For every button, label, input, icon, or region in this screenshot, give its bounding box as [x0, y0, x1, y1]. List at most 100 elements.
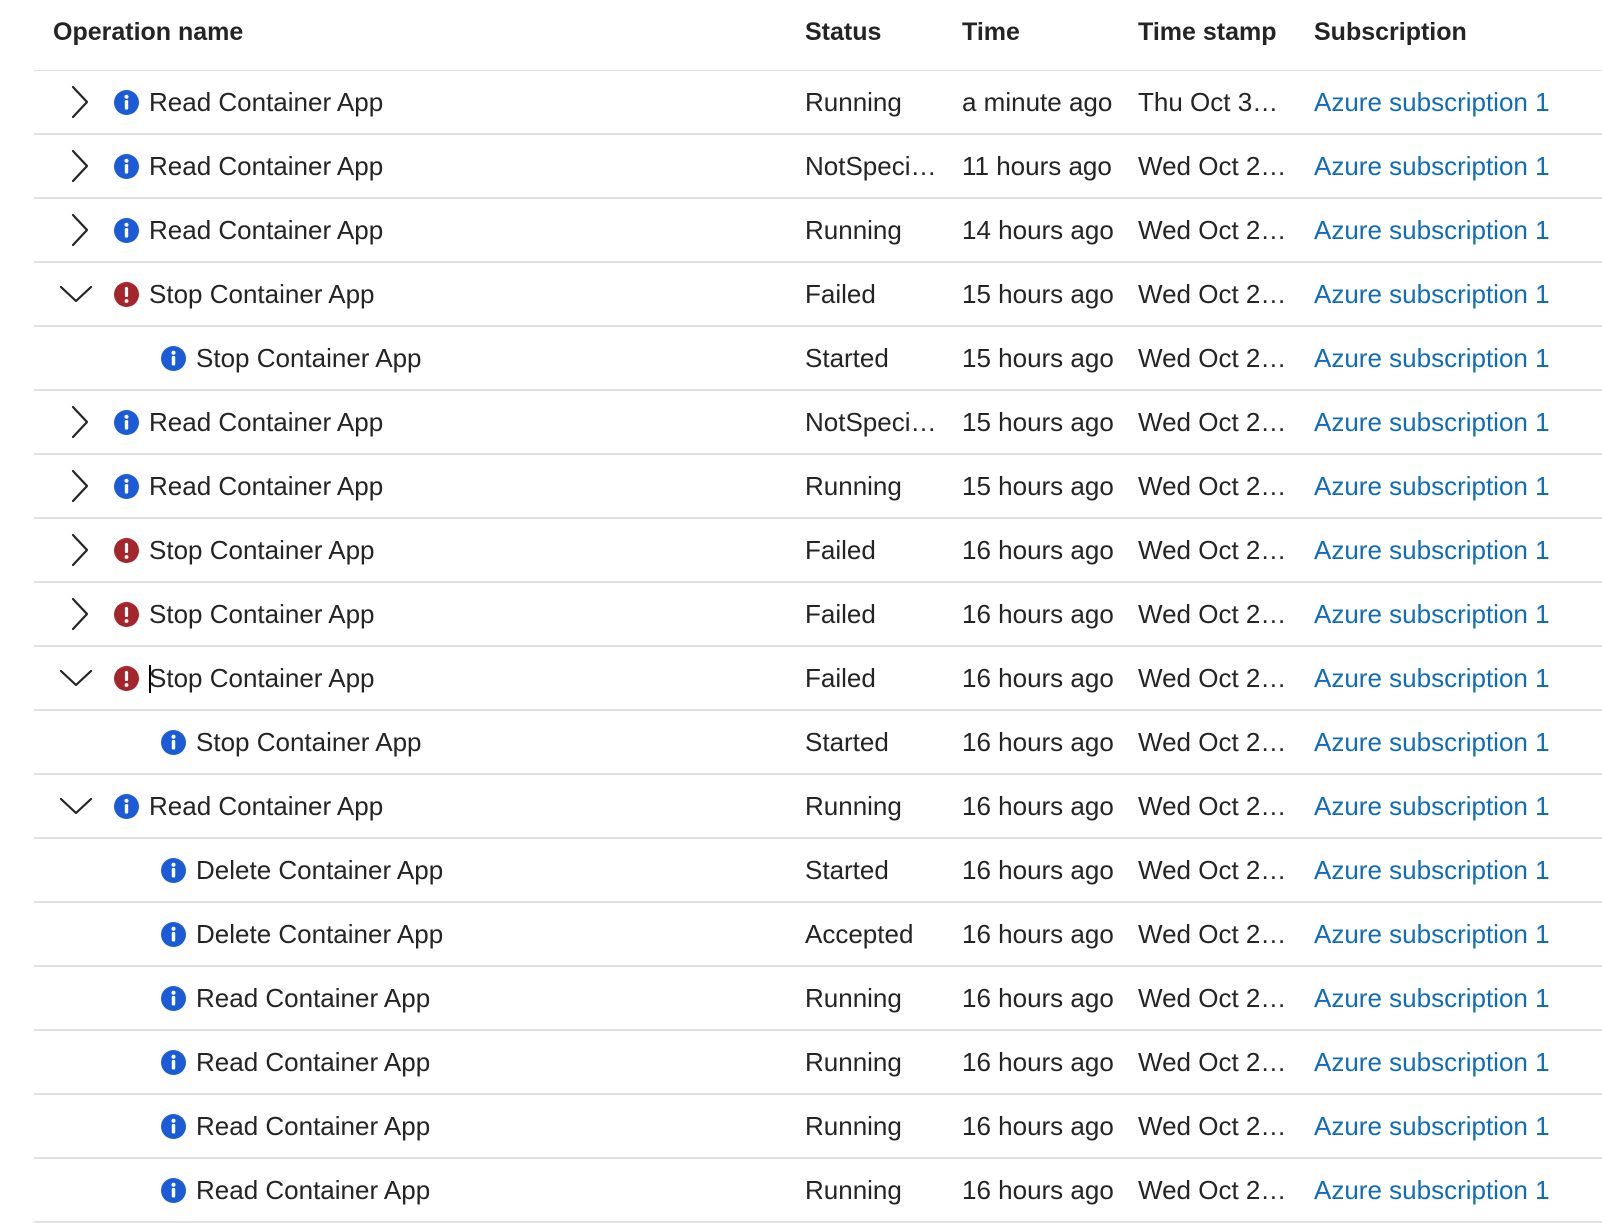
table-row[interactable]: Stop Container App Started 16 hours ago Wed… — [34, 711, 1602, 775]
operation-name[interactable]: Stop Container App — [196, 327, 422, 389]
table-row[interactable]: Read Container App Running a minute ago Thu… — [34, 71, 1602, 135]
table-row[interactable]: Read Container App Running 16 hours ago Wed… — [34, 967, 1602, 1031]
header-operation-name[interactable]: Operation name — [53, 18, 243, 47]
subscription-link[interactable]: Azure subscription 1 — [1314, 263, 1584, 325]
timestamp-cell: Wed Oct 29... — [1138, 791, 1290, 821]
operation-name[interactable]: Read Container App — [149, 775, 383, 837]
timestamp-cell: Wed Oct 29... — [1138, 215, 1290, 245]
chevron-right-icon[interactable] — [60, 530, 100, 570]
operation-name[interactable]: Read Container App — [196, 1031, 430, 1093]
error-icon — [114, 538, 139, 563]
text-cursor — [149, 665, 151, 693]
subscription-link[interactable]: Azure subscription 1 — [1314, 775, 1584, 837]
grid-header: Operation name Status Time Time stamp Su… — [34, 0, 1602, 71]
subscription-link[interactable]: Azure subscription 1 — [1314, 711, 1584, 773]
table-row[interactable]: Read Container App Running 14 hours ago Wed… — [34, 199, 1602, 263]
status-cell: Started — [805, 343, 889, 373]
subscription-link[interactable]: Azure subscription 1 — [1314, 1031, 1584, 1093]
time-cell: 15 hours ago — [962, 407, 1114, 437]
operation-name[interactable]: Delete Container App — [196, 903, 443, 965]
status-cell: Running — [805, 1047, 902, 1077]
subscription-link[interactable]: Azure subscription 1 — [1314, 391, 1584, 453]
status-cell: Started — [805, 727, 889, 757]
info-icon — [161, 1178, 186, 1203]
table-row[interactable]: Read Container App NotSpecifi... 11 hours … — [34, 135, 1602, 199]
subscription-link[interactable]: Azure subscription 1 — [1314, 519, 1584, 581]
info-icon — [114, 794, 139, 819]
table-row[interactable]: Read Container App Running 16 hours ago Wed… — [34, 775, 1602, 839]
operation-name[interactable]: Read Container App — [149, 199, 383, 261]
timestamp-cell: Wed Oct 29... — [1138, 919, 1290, 949]
status-cell: Running — [805, 87, 902, 117]
error-icon — [114, 666, 139, 691]
table-row[interactable]: Read Container App Running 16 hours ago Wed… — [34, 1095, 1602, 1159]
chevron-right-icon[interactable] — [60, 210, 100, 250]
table-row[interactable]: Delete Container App Accepted 16 hours ago… — [34, 903, 1602, 967]
operation-name[interactable]: Delete Container App — [196, 839, 443, 901]
status-cell: Failed — [805, 663, 876, 693]
operation-name[interactable]: Read Container App — [196, 967, 430, 1029]
table-row[interactable]: Stop Container App Failed 16 hours ago Wed … — [34, 583, 1602, 647]
operation-name[interactable]: Read Container App — [149, 391, 383, 453]
table-row[interactable]: Read Container App Running 16 hours ago Wed… — [34, 1159, 1602, 1223]
chevron-right-icon[interactable] — [60, 466, 100, 506]
table-row[interactable]: Stop Container App Failed 16 hours ago Wed … — [34, 519, 1602, 583]
chevron-down-icon[interactable] — [56, 786, 96, 826]
timestamp-cell: Wed Oct 29... — [1138, 535, 1290, 565]
operation-name[interactable]: Read Container App — [196, 1159, 430, 1221]
chevron-right-icon[interactable] — [60, 146, 100, 186]
operation-name[interactable]: Read Container App — [149, 71, 383, 133]
status-cell: Running — [805, 983, 902, 1013]
table-row[interactable]: Read Container App Running 16 hours ago Wed… — [34, 1031, 1602, 1095]
subscription-link[interactable]: Azure subscription 1 — [1314, 647, 1584, 709]
subscription-link[interactable]: Azure subscription 1 — [1314, 71, 1584, 133]
subscription-link[interactable]: Azure subscription 1 — [1314, 583, 1584, 645]
chevron-down-icon[interactable] — [56, 658, 96, 698]
operation-name[interactable]: Read Container App — [149, 455, 383, 517]
table-row[interactable]: Stop Container App Failed 16 hours ago Wed … — [34, 647, 1602, 711]
table-row[interactable]: Read Container App Running 15 hours ago Wed… — [34, 455, 1602, 519]
operation-name[interactable]: Stop Container App — [196, 711, 422, 773]
time-cell: 14 hours ago — [962, 215, 1114, 245]
operation-name[interactable]: Stop Container App — [149, 647, 375, 709]
operation-name[interactable]: Read Container App — [149, 135, 383, 197]
table-row[interactable]: Delete Container App Started 16 hours ago W… — [34, 839, 1602, 903]
operation-name[interactable]: Stop Container App — [149, 583, 375, 645]
subscription-link[interactable]: Azure subscription 1 — [1314, 903, 1584, 965]
timestamp-cell: Wed Oct 29... — [1138, 727, 1290, 757]
header-time[interactable]: Time — [962, 18, 1020, 47]
info-icon — [114, 474, 139, 499]
subscription-link[interactable]: Azure subscription 1 — [1314, 1159, 1584, 1221]
subscription-link[interactable]: Azure subscription 1 — [1314, 1095, 1584, 1157]
status-cell: Failed — [805, 535, 876, 565]
table-row[interactable]: Stop Container App Failed 15 hours ago Wed … — [34, 263, 1602, 327]
table-row[interactable]: Stop Container App Started 15 hours ago Wed… — [34, 327, 1602, 391]
info-icon — [161, 1050, 186, 1075]
chevron-right-icon[interactable] — [60, 594, 100, 634]
timestamp-cell: Wed Oct 29... — [1138, 343, 1290, 373]
operation-name[interactable]: Stop Container App — [149, 519, 375, 581]
subscription-link[interactable]: Azure subscription 1 — [1314, 199, 1584, 261]
chevron-right-icon[interactable] — [60, 82, 100, 122]
time-cell: 15 hours ago — [962, 279, 1114, 309]
status-cell: Running — [805, 1175, 902, 1205]
subscription-link[interactable]: Azure subscription 1 — [1314, 327, 1584, 389]
time-cell: a minute ago — [962, 87, 1113, 117]
subscription-link[interactable]: Azure subscription 1 — [1314, 455, 1584, 517]
operation-name[interactable]: Stop Container App — [149, 263, 375, 325]
subscription-link[interactable]: Azure subscription 1 — [1314, 135, 1584, 197]
header-time-stamp[interactable]: Time stamp — [1138, 18, 1276, 47]
info-icon — [114, 218, 139, 243]
time-cell: 16 hours ago — [962, 855, 1114, 885]
timestamp-cell: Wed Oct 29... — [1138, 1047, 1290, 1077]
subscription-link[interactable]: Azure subscription 1 — [1314, 967, 1584, 1029]
chevron-down-icon[interactable] — [56, 274, 96, 314]
error-icon — [114, 282, 139, 307]
header-status[interactable]: Status — [805, 18, 881, 47]
operation-name[interactable]: Read Container App — [196, 1095, 430, 1157]
header-subscription[interactable]: Subscription — [1314, 18, 1467, 47]
subscription-link[interactable]: Azure subscription 1 — [1314, 839, 1584, 901]
table-row[interactable]: Read Container App NotSpecifi... 15 hours … — [34, 391, 1602, 455]
info-icon — [161, 1114, 186, 1139]
chevron-right-icon[interactable] — [60, 402, 100, 442]
